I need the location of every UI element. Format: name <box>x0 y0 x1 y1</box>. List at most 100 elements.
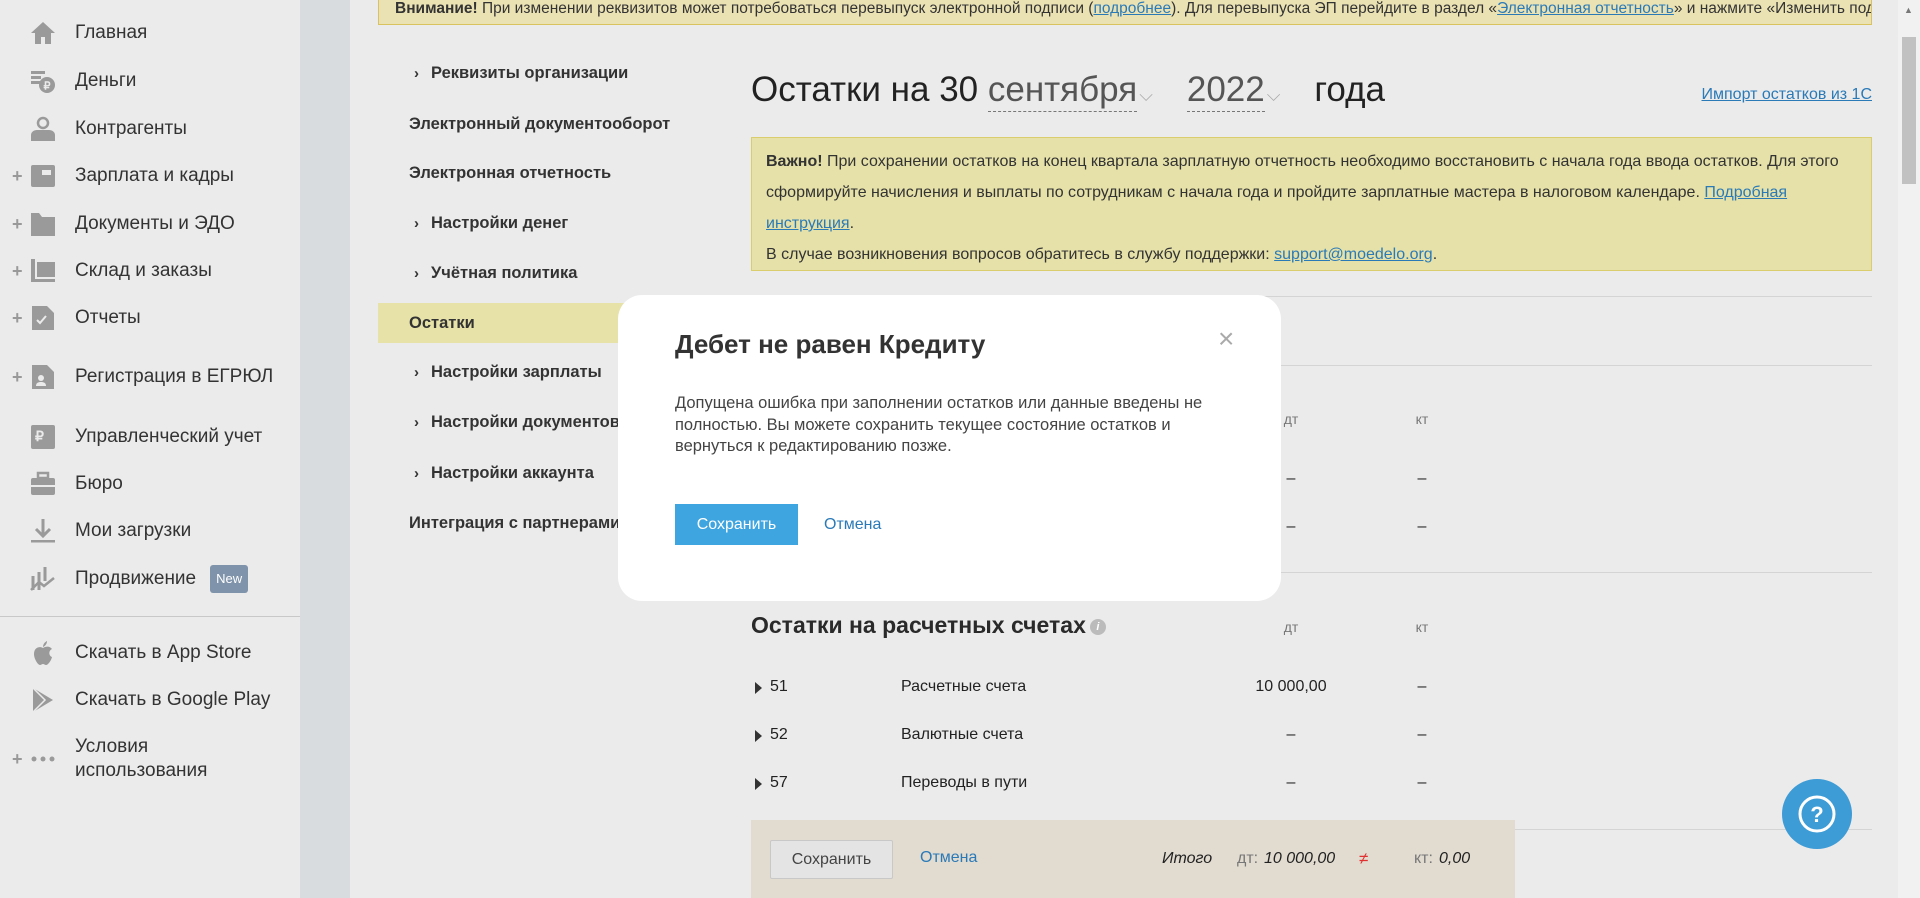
nav-label: Интеграция с партнерами <box>409 513 621 532</box>
sidebar-item-label: Документы и ЭДО <box>75 213 235 234</box>
registration-icon <box>30 364 56 390</box>
sidebar-item-label: Условия использования <box>75 736 208 781</box>
svg-text:₽: ₽ <box>44 81 51 93</box>
sidebar-item-label: Скачать в App Store <box>75 642 252 663</box>
notice-text: . <box>1432 246 1438 263</box>
banner-reporting-link[interactable]: Электронная отчетность <box>1497 0 1674 17</box>
contractor-icon <box>30 116 56 142</box>
sidebar-item-management[interactable]: ₽ Управленческий учет <box>0 415 300 459</box>
sidebar-item-label: Регистрация в ЕГРЮЛ <box>75 366 274 387</box>
footer-cancel-link[interactable]: Отмена <box>920 849 977 867</box>
year-dropdown[interactable]: 2022 <box>1186 70 1265 112</box>
account-number: 57 <box>770 774 788 791</box>
title-suffix: года <box>1314 70 1385 109</box>
sidebar-item-bureau[interactable]: Бюро <box>0 462 300 506</box>
expand-triangle-icon[interactable] <box>755 682 762 694</box>
scroll-up-arrow-icon[interactable]: ▲ <box>1904 5 1913 15</box>
notice-text: В случае возникновения вопросов обратите… <box>766 246 1275 263</box>
total-kt-value: 0,00 <box>1439 850 1471 867</box>
expand-plus-icon[interactable]: + <box>12 367 23 388</box>
expand-plus-icon[interactable]: + <box>12 261 23 282</box>
cell-kt[interactable]: – <box>1418 470 1427 488</box>
help-label: ? <box>1810 802 1823 827</box>
nav-label: Учётная политика <box>431 263 578 282</box>
sidebar-item-warehouse[interactable]: + Склад и заказы <box>0 249 300 293</box>
nav-item-accounting-policy[interactable]: › Учётная политика <box>378 253 716 293</box>
cell-dt[interactable]: – <box>1287 726 1296 744</box>
scrollbar-thumb[interactable] <box>1902 37 1916 184</box>
sidebar-item-google-play[interactable]: Скачать в Google Play <box>0 678 300 722</box>
expand-plus-icon[interactable]: + <box>12 166 23 187</box>
google-play-icon <box>30 687 56 713</box>
nav-item-edo[interactable]: Электронный документооборот <box>378 104 716 144</box>
dialog-message: Допущена ошибка при заполнении остатков … <box>675 394 1203 455</box>
cell-dt[interactable]: – <box>1287 470 1296 488</box>
cell-kt[interactable]: – <box>1418 518 1427 536</box>
banner-details-link[interactable]: подробнее <box>1093 0 1171 17</box>
section-title: Остатки на расчетных счетах i <box>751 612 1106 639</box>
debit-credit-dialog: Дебет не равен Кредиту × Допущена ошибка… <box>618 295 1281 601</box>
sidebar-item-documents[interactable]: + Документы и ЭДО <box>0 202 300 246</box>
dialog-cancel-link[interactable]: Отмена <box>824 516 881 534</box>
sidebar-item-downloads[interactable]: Мои загрузки <box>0 509 300 553</box>
footer-save-button[interactable]: Сохранить <box>770 840 893 879</box>
sidebar-item-contractors[interactable]: Контрагенты <box>0 107 300 151</box>
notice-text: При сохранении остатков на конец квартал… <box>766 153 1839 201</box>
chevron-right-icon: › <box>414 214 419 232</box>
chevron-down-icon[interactable]: ⌵ <box>1267 85 1281 105</box>
sidebar-item-promotion[interactable]: Продвижение New <box>0 557 300 601</box>
cell-dt[interactable]: – <box>1287 518 1296 536</box>
sidebar-item-label: Склад и заказы <box>75 260 212 281</box>
sidebar-item-label: Отчеты <box>75 307 141 328</box>
nav-item-requisites[interactable]: › Реквизиты организации <box>378 53 716 93</box>
money-icon: ₽ <box>30 68 56 94</box>
notice-bold: Важно! <box>766 153 823 170</box>
chevron-right-icon: › <box>414 413 419 431</box>
expand-triangle-icon[interactable] <box>755 778 762 790</box>
sidebar-item-reports[interactable]: + Отчеты <box>0 296 300 340</box>
sidebar-item-label: Управленческий учет <box>75 426 263 447</box>
import-1c-link[interactable]: Импорт остатков из 1С <box>1702 86 1873 104</box>
dialog-save-button[interactable]: Сохранить <box>675 504 798 545</box>
cell-kt[interactable]: – <box>1418 678 1427 696</box>
month-dropdown[interactable]: сентября <box>987 70 1138 112</box>
support-email-link[interactable]: support@moedelo.org <box>1274 246 1433 263</box>
sidebar-item-label: Мои загрузки <box>75 520 192 541</box>
expand-plus-icon[interactable]: + <box>12 214 23 235</box>
title-prefix: Остатки на 30 <box>751 70 979 109</box>
total-dt-label: дт: <box>1237 850 1259 867</box>
sidebar-item-label: Зарплата и кадры <box>75 165 234 186</box>
expand-plus-icon[interactable]: + <box>12 308 23 329</box>
account-name: Расчетные счета <box>901 678 1027 695</box>
account-number: 52 <box>770 726 788 743</box>
sidebar-item-registration[interactable]: + Регистрация в ЕГРЮЛ <box>0 355 300 399</box>
close-icon[interactable]: × <box>1218 325 1234 353</box>
info-icon[interactable]: i <box>1089 618 1106 635</box>
page-title: Остатки на 30 сентября ⌵ 2022 ⌵ года <box>751 70 1385 112</box>
sidebar-item-terms[interactable]: + Условия использования <box>0 736 300 781</box>
sidebar-gutter <box>300 0 350 898</box>
nav-item-money-settings[interactable]: › Настройки денег <box>378 203 716 243</box>
chevron-right-icon: › <box>414 264 419 282</box>
nav-item-e-reporting[interactable]: Электронная отчетность <box>378 153 716 193</box>
svg-text:₽: ₽ <box>35 428 44 444</box>
sidebar-item-home[interactable]: Главная <box>0 11 300 55</box>
expand-plus-icon[interactable]: + <box>12 749 23 770</box>
sidebar-item-label: Бюро <box>75 473 123 494</box>
expand-triangle-icon[interactable] <box>755 730 762 742</box>
warning-banner: Внимание! При изменении реквизитов может… <box>378 0 1872 25</box>
cell-kt[interactable]: – <box>1418 774 1427 792</box>
cell-dt[interactable]: – <box>1287 774 1296 792</box>
nav-label: Настройки аккаунта <box>431 463 594 482</box>
sidebar-item-app-store[interactable]: Скачать в App Store <box>0 631 300 675</box>
sidebar-item-salary[interactable]: + Зарплата и кадры <box>0 154 300 198</box>
help-button[interactable]: ? <box>1782 779 1852 849</box>
cell-dt[interactable]: 10 000,00 <box>1255 678 1326 696</box>
cell-kt[interactable]: – <box>1418 726 1427 744</box>
sidebar-item-money[interactable]: ₽ Деньги <box>0 59 300 103</box>
briefcase-icon <box>30 471 56 497</box>
apple-icon <box>30 640 56 666</box>
chevron-down-icon[interactable]: ⌵ <box>1139 85 1153 105</box>
not-equal-icon: ≠ <box>1359 849 1369 868</box>
total-label: Итого <box>1162 850 1213 867</box>
